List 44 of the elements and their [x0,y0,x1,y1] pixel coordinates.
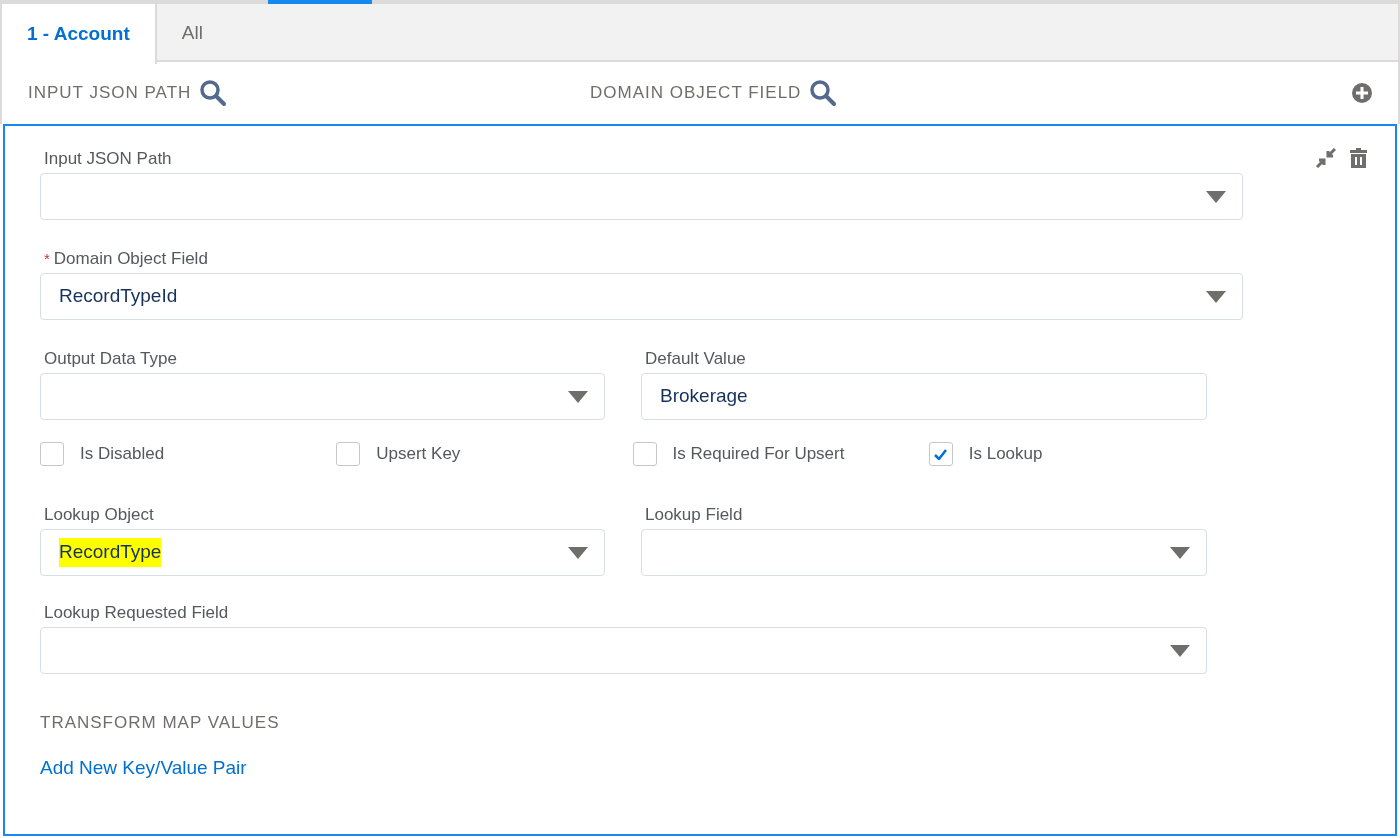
field-label: Lookup Requested Field [44,602,229,625]
dropdown-caret-icon [568,546,588,559]
add-pair-link[interactable]: Add New Key/Value Pair [40,753,247,782]
checkbox[interactable] [336,442,361,466]
input-field[interactable]: Brokerage [641,373,1207,420]
field-label: Default Value [645,348,746,371]
checkbox-label: Upsert Key [376,443,461,466]
dropdown-caret-icon [568,390,588,403]
field-value: RecordType [59,538,162,567]
section-title: TRANSFORM MAP VALUES [40,712,280,734]
tab[interactable]: All [156,4,228,62]
search-icon[interactable] [199,79,228,107]
dropdown-caret-icon [1206,290,1226,303]
dropdown-caret-icon [1206,190,1226,203]
field-value: RecordTypeId [59,284,178,309]
column-header: INPUT JSON PATH [28,82,192,105]
select-field[interactable] [641,529,1207,576]
field-label: Output Data Type [44,348,177,371]
field-value: Brokerage [660,384,748,409]
add-icon[interactable] [1352,83,1372,103]
search-icon[interactable] [809,79,838,107]
collapse-arrows-icon[interactable] [1316,148,1336,168]
checkbox[interactable] [928,442,953,466]
checkbox-label: Is Required For Upsert [672,443,845,466]
required-asterisk: * [44,248,50,269]
checkbox-label: Is Disabled [80,443,165,466]
checkbox-label: Is Lookup [968,443,1043,466]
checkbox[interactable] [632,442,657,466]
field-label: Input JSON Path [44,148,172,171]
field-label: Lookup Field [645,504,743,527]
select-field[interactable] [40,173,1243,220]
field-label: Domain Object Field [53,248,208,271]
select-field[interactable]: RecordType [40,529,605,576]
checkmark-icon [934,448,948,460]
select-field[interactable] [40,373,605,420]
checkbox[interactable] [40,442,64,466]
select-field[interactable] [40,627,1207,674]
column-header: DOMAIN OBJECT FIELD [590,82,802,105]
select-field[interactable]: RecordTypeId [40,273,1243,320]
dropdown-caret-icon [1170,644,1190,657]
tab[interactable]: 1 - Account [2,4,157,64]
trash-icon[interactable] [1350,148,1367,168]
dropdown-caret-icon [1170,546,1190,559]
field-label: Lookup Object [44,504,154,527]
